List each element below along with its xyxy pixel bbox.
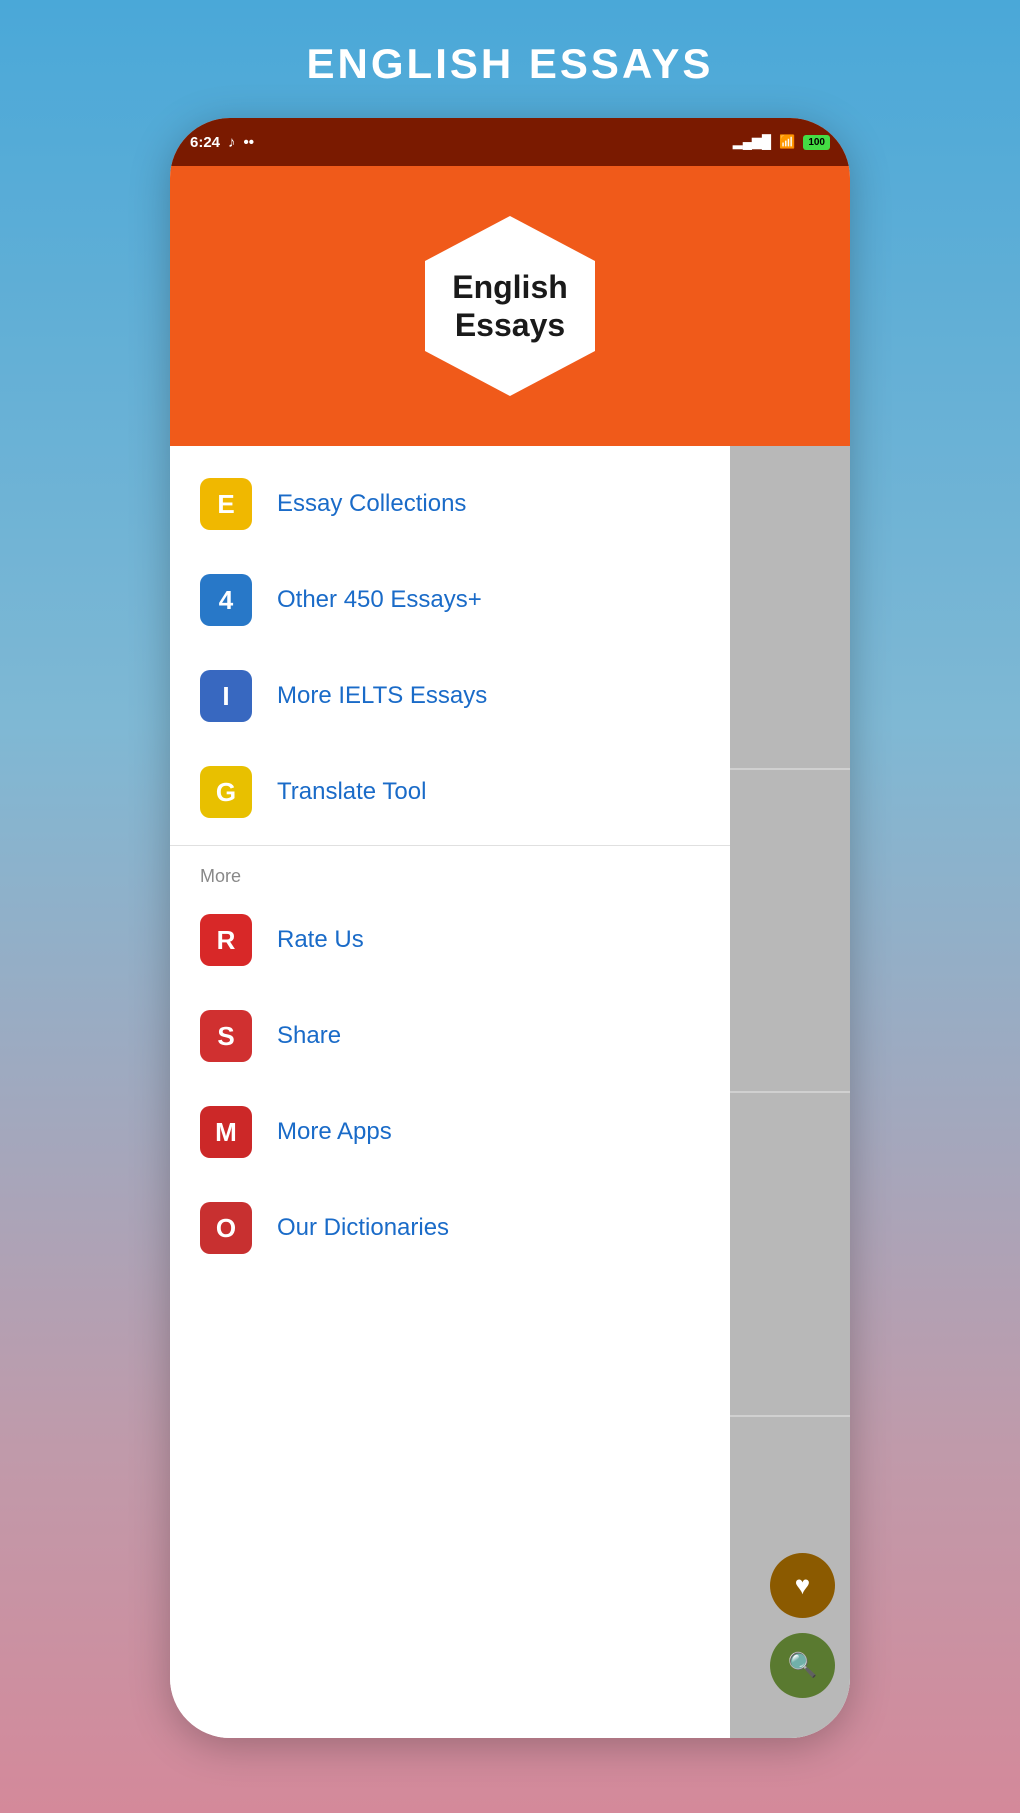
page-title: ENGLISH ESSAYS [307,40,714,88]
our-dictionaries-icon: O [200,1202,252,1254]
rate-us-icon: R [200,914,252,966]
status-bar: 6:24 ♪ •• ▂▄▆█ 📶 100 [170,118,850,166]
share-icon: S [200,1010,252,1062]
phone-frame: 6:24 ♪ •• ▂▄▆█ 📶 100 English Essays [170,118,850,1738]
more-section-label: More [170,851,730,892]
menu-item-our-dictionaries[interactable]: O Our Dictionaries [170,1180,730,1276]
clock: 6:24 [190,134,220,151]
wifi-icon: 📶 [779,134,795,150]
menu-item-rate-us[interactable]: R Rate Us [170,892,730,988]
essay-collections-icon: E [200,478,252,530]
other-essays-icon: 4 [200,574,252,626]
share-label: Share [277,1022,341,1050]
other-essays-label: Other 450 Essays+ [277,586,482,614]
fab-heart-button[interactable]: ♥ [770,1553,835,1618]
battery-indicator: 100 [803,135,830,150]
divider [170,845,730,846]
menu-item-share[interactable]: S Share [170,988,730,1084]
signal-icon: ▂▄▆█ [733,134,771,150]
menu-item-more-apps[interactable]: M More Apps [170,1084,730,1180]
more-apps-label: More Apps [277,1118,392,1146]
logo-line1: English [452,269,568,305]
menu-item-essay-collections[interactable]: E Essay Collections [170,456,730,552]
fab-search-button[interactable]: 🔍 [770,1633,835,1698]
ielts-essays-label: More IELTS Essays [277,682,487,710]
menu-item-translate-tool[interactable]: G Translate Tool [170,744,730,840]
rate-us-label: Rate Us [277,926,364,954]
translate-tool-label: Translate Tool [277,778,426,806]
translate-tool-icon: G [200,766,252,818]
ielts-essays-icon: I [200,670,252,722]
side-segment-1 [730,446,850,770]
side-segment-4: ♥ 🔍 [730,1417,850,1739]
logo-line2: Essays [455,307,565,343]
side-segment-3 [730,1093,850,1417]
dots-icon: •• [244,134,255,151]
our-dictionaries-label: Our Dictionaries [277,1214,449,1242]
more-apps-icon: M [200,1106,252,1158]
side-segment-2 [730,770,850,1094]
essay-collections-label: Essay Collections [277,490,466,518]
hex-logo: English Essays [400,196,620,416]
tiktok-icon: ♪ [228,134,236,151]
menu-item-ielts-essays[interactable]: I More IELTS Essays [170,648,730,744]
side-panel: ♥ 🔍 [730,446,850,1738]
main-menu: E Essay Collections 4 Other 450 Essays+ … [170,446,730,1286]
menu-item-other-essays[interactable]: 4 Other 450 Essays+ [170,552,730,648]
app-header: English Essays [170,166,850,446]
